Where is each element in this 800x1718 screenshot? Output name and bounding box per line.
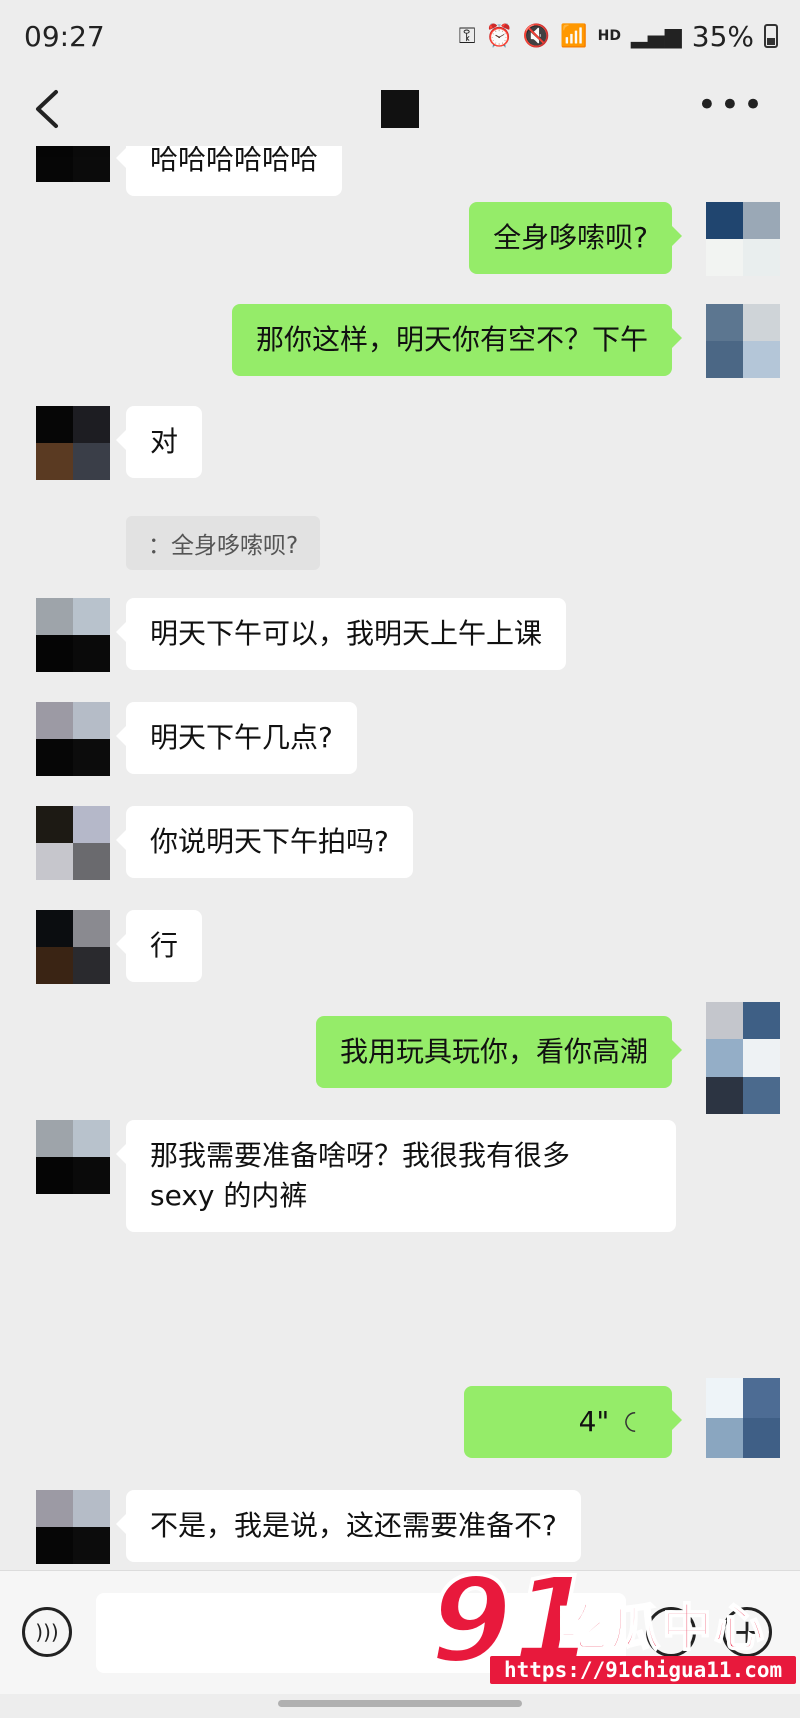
- avatar[interactable]: [36, 598, 110, 672]
- title-bar: •••: [0, 72, 800, 146]
- watermark-logo: 91 吃瓜中心 https://91chigua11.com: [428, 1558, 800, 1700]
- avatar[interactable]: [36, 702, 110, 776]
- avatar[interactable]: [706, 1002, 780, 1114]
- hd-icon: HD: [597, 28, 621, 44]
- wifi-icon: 📶: [560, 23, 588, 49]
- voice-toggle-button[interactable]: ))): [22, 1607, 72, 1657]
- avatar[interactable]: [36, 1120, 110, 1194]
- avatar[interactable]: [706, 304, 780, 378]
- incoming-message[interactable]: 那我需要准备啥呀？我很我有很多 sexy 的内裤: [116, 1120, 676, 1232]
- home-indicator[interactable]: [278, 1700, 522, 1707]
- status-icons: ⚿ ⏰ 🔇 📶 HD ▂▄▆ 35%: [459, 20, 778, 53]
- incoming-message[interactable]: 明天下午几点?: [116, 702, 357, 774]
- message-line: 那我需要准备啥呀？我很我有很多: [150, 1139, 571, 1172]
- more-options-button[interactable]: •••: [697, 88, 766, 122]
- signal-icon: ▂▄▆: [631, 23, 682, 49]
- incoming-message[interactable]: 行: [115, 910, 203, 982]
- watermark-url: https://91chigua11.com: [490, 1656, 797, 1684]
- alarm-icon: ⏰: [485, 23, 513, 49]
- battery-percent: 35%: [691, 19, 754, 53]
- avatar[interactable]: [36, 406, 110, 480]
- chevron-left-icon: [36, 90, 58, 128]
- status-bar: 09:27 ⚿ ⏰ 🔇 📶 HD ▂▄▆ 35%: [0, 0, 800, 72]
- voice-message[interactable]: 4" ◡: [464, 1386, 682, 1458]
- battery-icon: [764, 24, 778, 48]
- voice-duration: 4": [578, 1405, 610, 1438]
- avatar[interactable]: [36, 146, 110, 182]
- outgoing-message[interactable]: 我用玩具玩你，看你高潮: [315, 1016, 683, 1088]
- vpn-key-icon: ⚿: [458, 23, 476, 49]
- incoming-message[interactable]: 你说明天下午拍吗?: [116, 806, 413, 878]
- avatar[interactable]: [706, 202, 780, 276]
- status-time: 09:27: [24, 19, 105, 53]
- mute-icon: 🔇: [522, 23, 551, 49]
- incoming-message[interactable]: 明天下午可以，我明天上午上课: [115, 598, 567, 670]
- incoming-message[interactable]: 哈哈哈哈哈哈: [115, 146, 343, 196]
- message-line: sexy 的内裤: [150, 1179, 308, 1212]
- voice-icon: ))): [35, 1620, 59, 1644]
- avatar[interactable]: [36, 806, 110, 880]
- watermark-brand: 吃瓜中心: [557, 1598, 766, 1658]
- contact-name-redacted[interactable]: [381, 90, 419, 128]
- avatar[interactable]: [706, 1378, 780, 1458]
- quoted-message[interactable]: ：全身哆嗦呗?: [126, 516, 321, 570]
- voice-wave-icon: ◡: [621, 1410, 652, 1434]
- chat-area[interactable]: 哈哈哈哈哈哈 全身哆嗦呗? 那你这样，明天你有空不？下午 对 ：全身哆嗦呗? 明…: [0, 146, 800, 1570]
- avatar[interactable]: [36, 1490, 110, 1564]
- back-button[interactable]: [28, 86, 68, 132]
- outgoing-message[interactable]: 那你这样，明天你有空不？下午: [231, 304, 683, 376]
- outgoing-message[interactable]: 全身哆嗦呗?: [469, 202, 682, 274]
- incoming-message[interactable]: 对: [115, 406, 203, 478]
- avatar[interactable]: [36, 910, 110, 984]
